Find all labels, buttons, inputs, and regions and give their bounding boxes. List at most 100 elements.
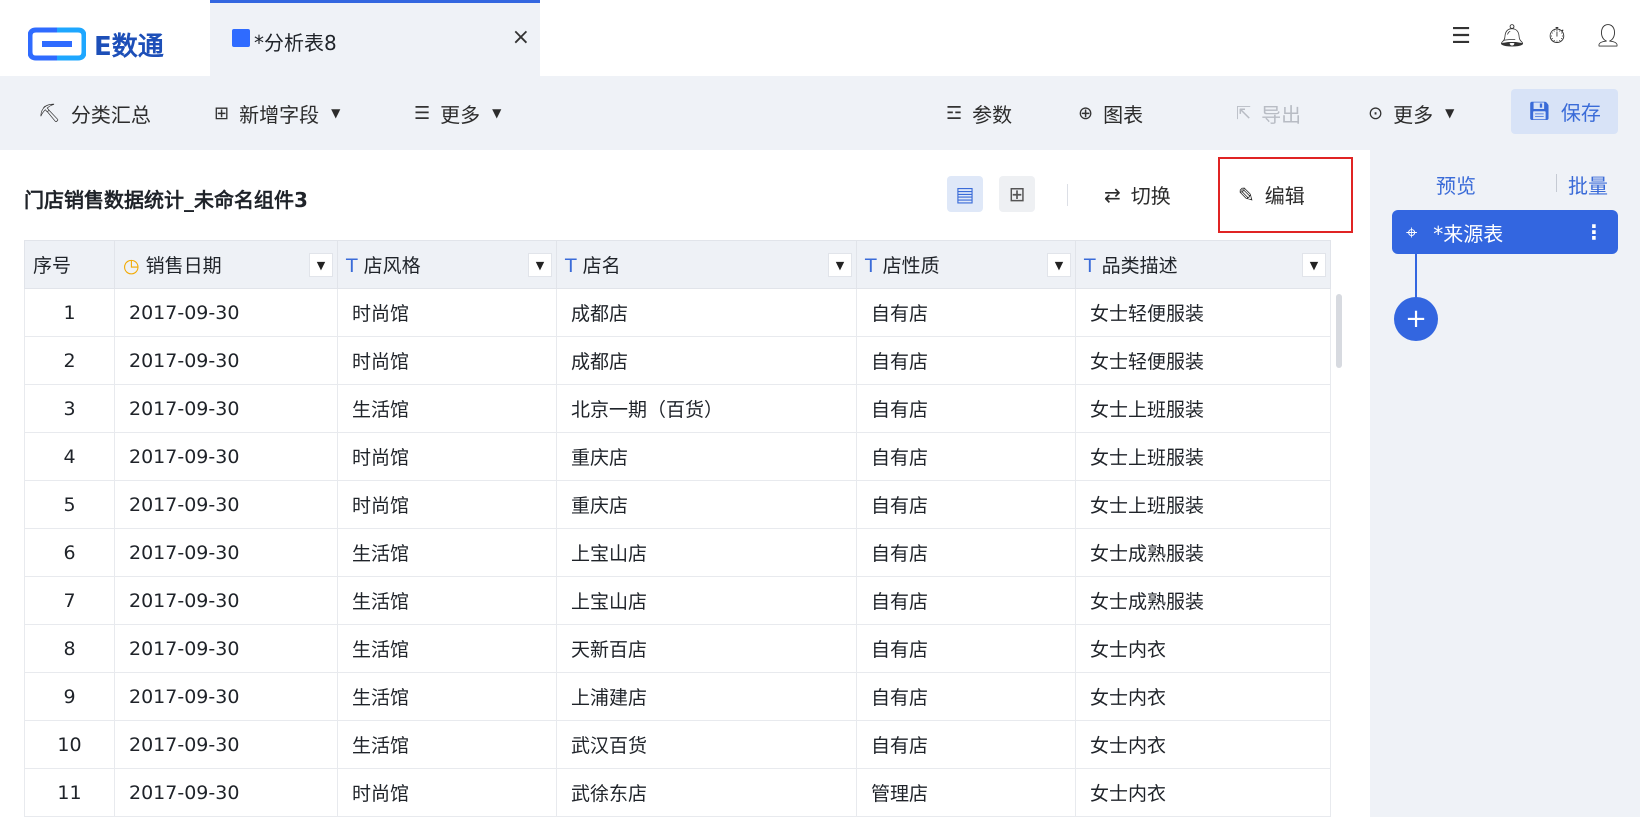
table-view-button[interactable]: ▤ xyxy=(947,176,983,212)
column-header-style[interactable]: T 店风格 ▼ xyxy=(337,240,557,289)
table-cell[interactable]: 2017-09-30 xyxy=(114,480,338,529)
dropdown-icon[interactable]: ▼ xyxy=(1302,253,1326,277)
add-step-button[interactable]: + xyxy=(1394,297,1438,341)
table-row[interactable]: 7 2017-09-30 生活馆 上宝山店 自有店 女士成熟服装 xyxy=(24,576,1331,625)
table-cell[interactable]: 6 xyxy=(24,528,115,577)
more-right-button[interactable]: ⊙ 更多 ▼ xyxy=(1368,98,1454,128)
table-cell[interactable]: 2017-09-30 xyxy=(114,384,338,433)
vertical-scrollbar[interactable] xyxy=(1336,294,1342,368)
table-cell[interactable]: 女士成熟服装 xyxy=(1075,576,1331,625)
table-cell[interactable]: 生活馆 xyxy=(337,384,557,433)
table-cell[interactable]: 10 xyxy=(24,720,115,769)
table-cell[interactable]: 2017-09-30 xyxy=(114,624,338,673)
table-cell[interactable]: 自有店 xyxy=(856,384,1076,433)
table-cell[interactable]: 2017-09-30 xyxy=(114,528,338,577)
table-cell[interactable]: 天新百店 xyxy=(556,624,857,673)
table-cell[interactable]: 时尚馆 xyxy=(337,336,557,385)
chart-button[interactable]: ⊕ 图表 xyxy=(1078,98,1143,128)
table-cell[interactable]: 时尚馆 xyxy=(337,432,557,481)
table-cell[interactable]: 2017-09-30 xyxy=(114,432,338,481)
table-cell[interactable]: 1 xyxy=(24,288,115,337)
table-row[interactable]: 2 2017-09-30 时尚馆 成都店 自有店 女士轻便服装 xyxy=(24,336,1331,385)
table-cell[interactable]: 成都店 xyxy=(556,288,857,337)
table-cell[interactable]: 重庆店 xyxy=(556,432,857,481)
grid-view-button[interactable]: ⊞ xyxy=(999,176,1035,212)
table-cell[interactable]: 2017-09-30 xyxy=(114,672,338,721)
table-cell[interactable]: 女士成熟服装 xyxy=(1075,528,1331,577)
table-cell[interactable]: 8 xyxy=(24,624,115,673)
bell-icon[interactable]: 🔔︎ xyxy=(1498,24,1526,49)
table-cell[interactable]: 自有店 xyxy=(856,672,1076,721)
table-cell[interactable]: 11 xyxy=(24,768,115,817)
column-header-date[interactable]: ◷ 销售日期 ▼ xyxy=(114,240,338,289)
tab-analysis-sheet[interactable]: *分析表8 × xyxy=(210,0,540,76)
table-row[interactable]: 5 2017-09-30 时尚馆 重庆店 自有店 女士上班服装 xyxy=(24,480,1331,529)
table-cell[interactable]: 女士内衣 xyxy=(1075,768,1331,817)
export-button[interactable]: ⇱ 导出 xyxy=(1236,98,1301,128)
column-header-category[interactable]: T 品类描述 ▼ xyxy=(1075,240,1331,289)
table-cell[interactable]: 2017-09-30 xyxy=(114,288,338,337)
table-cell[interactable]: 时尚馆 xyxy=(337,480,557,529)
table-cell[interactable]: 女士轻便服装 xyxy=(1075,288,1331,337)
close-icon[interactable]: × xyxy=(512,25,530,50)
table-row[interactable]: 4 2017-09-30 时尚馆 重庆店 自有店 女士上班服装 xyxy=(24,432,1331,481)
table-cell[interactable]: 自有店 xyxy=(856,288,1076,337)
dropdown-icon[interactable]: ▼ xyxy=(1047,253,1071,277)
table-row[interactable]: 9 2017-09-30 生活馆 上浦建店 自有店 女士内衣 xyxy=(24,672,1331,721)
table-row[interactable]: 8 2017-09-30 生活馆 天新百店 自有店 女士内衣 xyxy=(24,624,1331,673)
more-vertical-icon[interactable]: ⋮ xyxy=(1584,220,1604,244)
save-button[interactable]: 💾︎ 保存 xyxy=(1511,89,1618,134)
table-cell[interactable]: 重庆店 xyxy=(556,480,857,529)
classify-summary-button[interactable]: ⛏ 分类汇总 xyxy=(38,98,151,128)
task-list-icon[interactable]: ☰ xyxy=(1450,24,1472,49)
table-cell[interactable]: 上宝山店 xyxy=(556,528,857,577)
app-logo[interactable]: E数通 xyxy=(28,26,164,62)
table-row[interactable]: 6 2017-09-30 生活馆 上宝山店 自有店 女士成熟服装 xyxy=(24,528,1331,577)
table-cell[interactable]: 管理店 xyxy=(856,768,1076,817)
table-cell[interactable]: 女士内衣 xyxy=(1075,672,1331,721)
table-cell[interactable]: 生活馆 xyxy=(337,720,557,769)
table-cell[interactable]: 自有店 xyxy=(856,576,1076,625)
table-cell[interactable]: 4 xyxy=(24,432,115,481)
column-header-nature[interactable]: T 店性质 ▼ xyxy=(856,240,1076,289)
table-cell[interactable]: 女士内衣 xyxy=(1075,624,1331,673)
table-cell[interactable]: 自有店 xyxy=(856,624,1076,673)
table-cell[interactable]: 自有店 xyxy=(856,480,1076,529)
table-row[interactable]: 10 2017-09-30 生活馆 武汉百货 自有店 女士内衣 xyxy=(24,720,1331,769)
table-cell[interactable]: 北京一期（百货） xyxy=(556,384,857,433)
table-cell[interactable]: 2017-09-30 xyxy=(114,720,338,769)
table-cell[interactable]: 女士内衣 xyxy=(1075,720,1331,769)
table-cell[interactable]: 武汉百货 xyxy=(556,720,857,769)
table-cell[interactable]: 2017-09-30 xyxy=(114,768,338,817)
table-cell[interactable]: 上宝山店 xyxy=(556,576,857,625)
table-cell[interactable]: 上浦建店 xyxy=(556,672,857,721)
table-cell[interactable]: 女士上班服装 xyxy=(1075,480,1331,529)
table-cell[interactable]: 9 xyxy=(24,672,115,721)
dropdown-icon[interactable]: ▼ xyxy=(828,253,852,277)
table-cell[interactable]: 武徐东店 xyxy=(556,768,857,817)
dropdown-icon[interactable]: ▼ xyxy=(309,253,333,277)
source-table-node[interactable]: ⌖ *来源表 ⋮ xyxy=(1392,210,1618,254)
table-cell[interactable]: 自有店 xyxy=(856,432,1076,481)
timer-icon[interactable]: ⏱︎ xyxy=(1546,24,1568,49)
table-cell[interactable]: 时尚馆 xyxy=(337,288,557,337)
add-field-button[interactable]: ⊞ 新增字段 ▼ xyxy=(214,98,340,128)
table-cell[interactable]: 女士轻便服装 xyxy=(1075,336,1331,385)
table-cell[interactable]: 3 xyxy=(24,384,115,433)
edit-button[interactable]: ✎ 编辑 xyxy=(1238,180,1305,209)
user-icon[interactable]: 👤︎ xyxy=(1594,24,1622,49)
params-button[interactable]: ☲ 参数 xyxy=(946,98,1012,128)
batch-link[interactable]: 批量 xyxy=(1568,170,1608,199)
table-cell[interactable]: 2017-09-30 xyxy=(114,576,338,625)
table-cell[interactable]: 2017-09-30 xyxy=(114,336,338,385)
table-cell[interactable]: 自有店 xyxy=(856,336,1076,385)
table-cell[interactable]: 成都店 xyxy=(556,336,857,385)
column-header-store[interactable]: T 店名 ▼ xyxy=(556,240,857,289)
table-cell[interactable]: 女士上班服装 xyxy=(1075,384,1331,433)
table-cell[interactable]: 2 xyxy=(24,336,115,385)
dropdown-icon[interactable]: ▼ xyxy=(528,253,552,277)
table-cell[interactable]: 时尚馆 xyxy=(337,768,557,817)
table-row[interactable]: 11 2017-09-30 时尚馆 武徐东店 管理店 女士内衣 xyxy=(24,768,1331,817)
table-cell[interactable]: 生活馆 xyxy=(337,624,557,673)
table-cell[interactable]: 生活馆 xyxy=(337,528,557,577)
